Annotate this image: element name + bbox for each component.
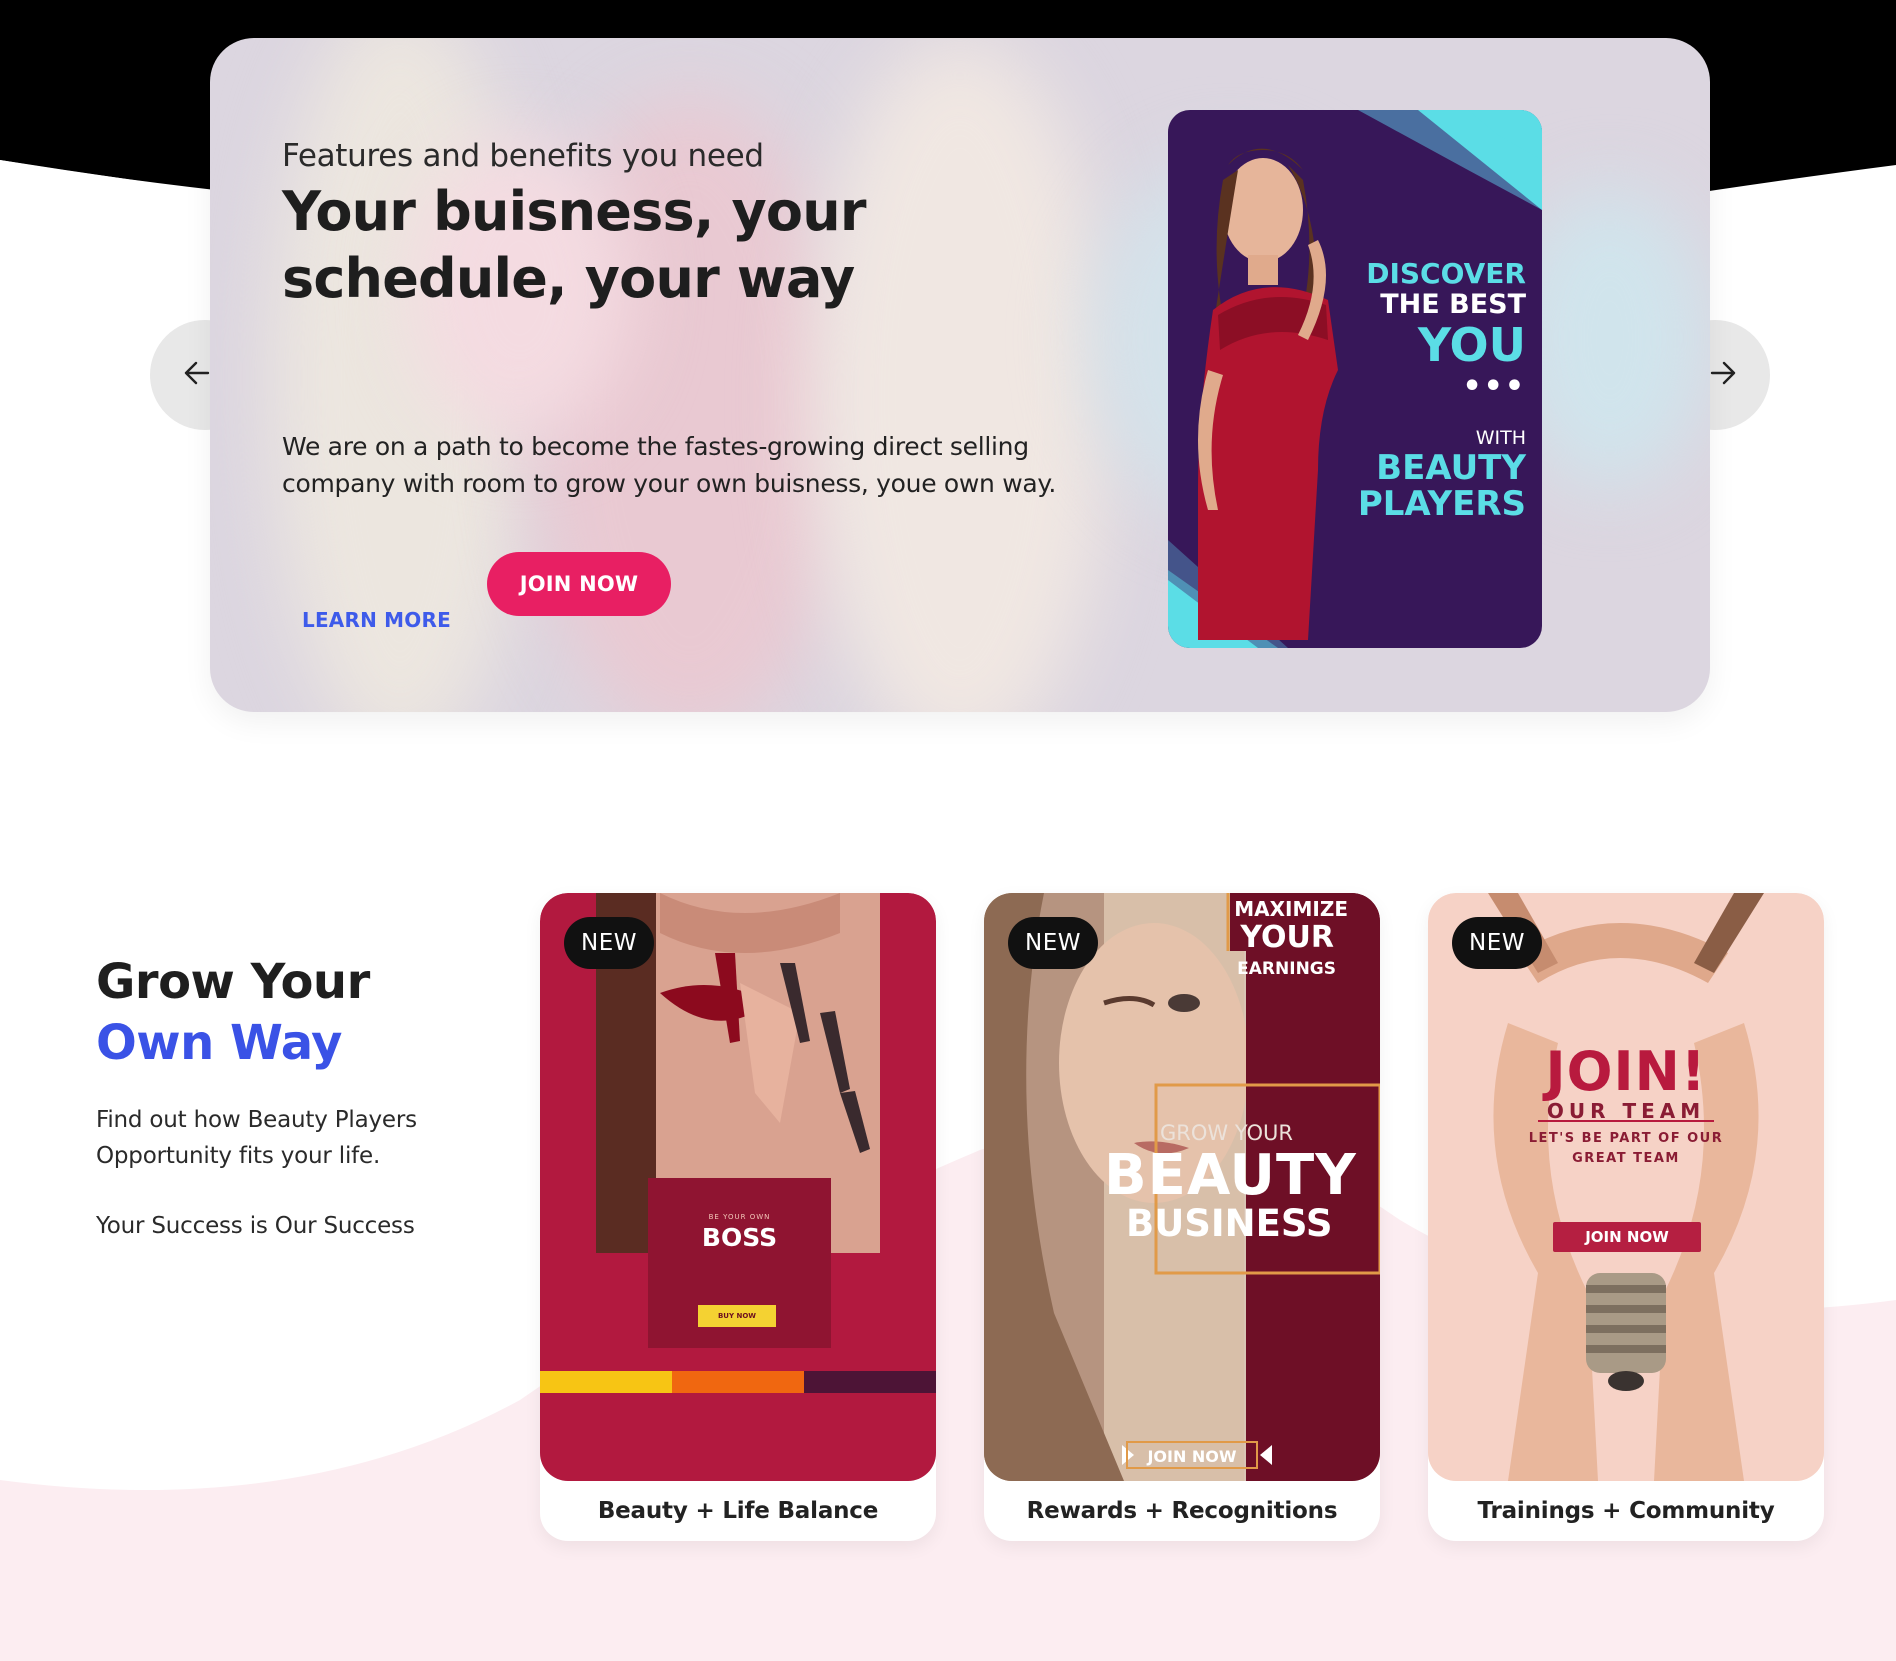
- new-badge: NEW: [564, 917, 654, 969]
- promo-line-best: THE BEST: [1380, 289, 1526, 320]
- hero-eyebrow: Features and benefits you need: [282, 138, 764, 174]
- card-label: Beauty + Life Balance: [597, 1498, 879, 1524]
- new-badge: NEW: [1008, 917, 1098, 969]
- card-label: Trainings + Community: [1477, 1498, 1775, 1524]
- new-badge: NEW: [1452, 917, 1542, 969]
- card-image: JOIN! OUR TEAM LET'S BE PART OF OUR GREA…: [1428, 893, 1824, 1481]
- grow-title-line1: Grow Your: [96, 954, 370, 1010]
- card-art-text-team: OUR TEAM: [1546, 1099, 1706, 1123]
- card-label: Rewards + Recognitions: [1026, 1498, 1338, 1524]
- learn-more-link[interactable]: LEARN MORE: [302, 588, 451, 652]
- join-now-button[interactable]: JOIN NOW: [487, 552, 671, 616]
- promo-brand-players: PLAYERS: [1357, 484, 1526, 524]
- hero-banner: Features and benefits you need Your buis…: [210, 38, 1710, 712]
- grow-description: Find out how Beauty Players Opportunity …: [96, 1107, 417, 1169]
- card-art-text-maximize: MAXIMIZE: [1234, 897, 1348, 921]
- card-art-text-join: JOIN!: [1545, 1040, 1707, 1103]
- promo-text: DISCOVER THE BEST YOU ••• WITH BEAUTY PL…: [1358, 258, 1526, 522]
- card-art-buy-button: BUY NOW: [698, 1305, 776, 1327]
- promo-brand-beauty: BEAUTY: [1376, 448, 1526, 488]
- card-art-text-beauty: BEAUTY: [1104, 1143, 1357, 1208]
- promo-line-discover: DISCOVER: [1366, 257, 1526, 290]
- promo-dots: •••: [1462, 369, 1526, 404]
- promo-line-with: WITH: [1475, 427, 1526, 449]
- card-art-text-grow: GROW YOUR: [1160, 1121, 1294, 1145]
- promo-line-you: YOU: [1417, 318, 1526, 372]
- card-art: [1488, 893, 1764, 1481]
- hero-promo-image: DISCOVER THE BEST YOU ••• WITH BEAUTY PL…: [1168, 110, 1542, 648]
- grow-section: Grow Your Own Way Find out how Beauty Pl…: [96, 952, 516, 1244]
- grow-title: Grow Your Own Way: [96, 952, 516, 1074]
- card-beauty-life-balance[interactable]: BE YOUR OWN BOSS BUY NOW NEW Beauty + Li…: [540, 893, 936, 1541]
- card-art-join-button: JOIN NOW: [1553, 1222, 1701, 1252]
- card-art-text-your: YOUR: [1240, 920, 1334, 955]
- card-rewards-recognitions[interactable]: MAXIMIZE YOUR EARNINGS GROW YOUR BEAUTY …: [984, 893, 1380, 1541]
- card-art-text-part: LET'S BE PART OF OUR GREAT TEAM: [1528, 1131, 1724, 1166]
- arrow-right-icon: [1710, 361, 1736, 385]
- hero-description: We are on a path to become the fastes-gr…: [282, 432, 1056, 498]
- grow-title-line2: Own Way: [96, 1015, 342, 1071]
- hero-text-block: Features and benefits you need Your buis…: [282, 138, 1062, 312]
- card-art-text-own: BE YOUR OWN: [708, 1213, 771, 1221]
- card-art-join-button: JOIN NOW: [1126, 1441, 1258, 1469]
- card-art: [540, 893, 936, 1393]
- grow-tagline: Your Success is Our Success: [96, 1213, 415, 1239]
- card-image: MAXIMIZE YOUR EARNINGS GROW YOUR BEAUTY …: [984, 893, 1380, 1481]
- card-image: BE YOUR OWN BOSS BUY NOW: [540, 893, 936, 1481]
- card-trainings-community[interactable]: JOIN! OUR TEAM LET'S BE PART OF OUR GREA…: [1428, 893, 1824, 1541]
- card-art-text-earnings: EARNINGS: [1237, 959, 1336, 979]
- card-art-text-boss: BOSS: [701, 1223, 778, 1252]
- card-art-text-business: BUSINESS: [1126, 1202, 1333, 1245]
- hero-title: Your buisness, your schedule, your way: [282, 180, 867, 310]
- arrow-left-icon: [184, 361, 210, 385]
